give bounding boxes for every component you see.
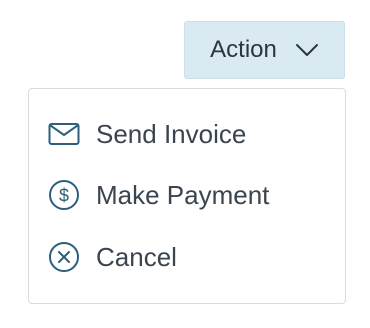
dollar-circle-icon: $ — [48, 179, 80, 211]
action-button-label: Action — [210, 36, 277, 63]
menu-item-label: Make Payment — [96, 179, 270, 210]
action-dropdown-button[interactable]: Action — [184, 21, 345, 79]
menu-item-send-invoice[interactable]: Send Invoice — [29, 109, 345, 159]
menu-item-label: Cancel — [96, 241, 177, 272]
close-circle-icon — [48, 241, 80, 273]
envelope-icon — [48, 118, 80, 150]
chevron-down-icon — [295, 44, 318, 56]
action-menu: Send Invoice $ Make Payment Cancel — [28, 88, 346, 304]
menu-item-cancel[interactable]: Cancel — [29, 232, 345, 282]
svg-text:$: $ — [59, 186, 69, 206]
menu-item-make-payment[interactable]: $ Make Payment — [29, 170, 345, 220]
menu-item-label: Send Invoice — [96, 118, 247, 149]
